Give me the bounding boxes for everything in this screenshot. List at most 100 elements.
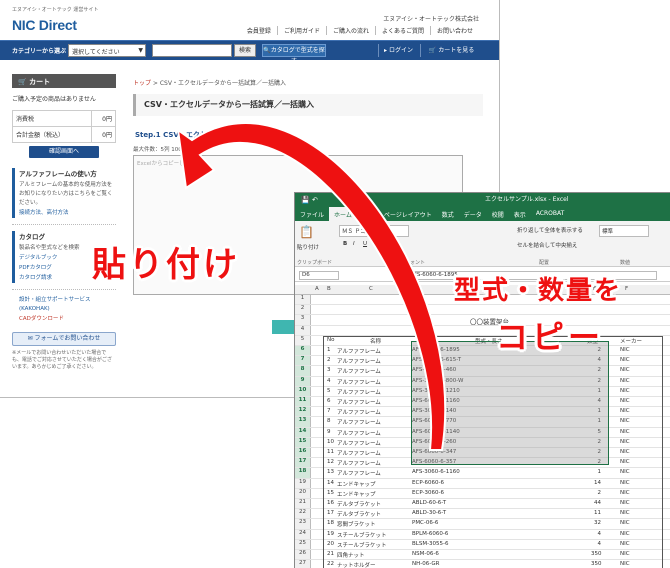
- tab-page-layout[interactable]: ページレイアウト: [379, 207, 437, 221]
- row-number[interactable]: 19: [295, 478, 311, 488]
- search-icon: 🔍: [263, 47, 271, 54]
- row-number[interactable]: 27: [295, 560, 311, 568]
- clipboard-group-label: クリップボード: [297, 260, 333, 266]
- search-button[interactable]: 検索: [234, 44, 256, 57]
- row-number[interactable]: 3: [295, 315, 311, 325]
- top-link-guide[interactable]: ご利用ガイド: [276, 26, 326, 35]
- row-number[interactable]: 23: [295, 519, 311, 529]
- row-number[interactable]: 14: [295, 427, 311, 437]
- number-format-select[interactable]: 標準: [599, 225, 649, 237]
- view-cart-label: カートを見る: [438, 47, 475, 54]
- inquiry-form-button[interactable]: ✉ フォームでお問い合わせ: [12, 332, 116, 346]
- table-row: 4: [295, 325, 670, 336]
- catalog-search-label: カタログで型式を探す: [270, 47, 325, 65]
- row-number[interactable]: 16: [295, 448, 311, 458]
- cart-title: カート: [29, 78, 51, 86]
- row-number[interactable]: 18: [295, 468, 311, 478]
- excel-window: 💾 ↶ エクセルサンプル.xlsx - Excel ファイル ホーム 挿入 ペー…: [294, 192, 670, 568]
- tab-file[interactable]: ファイル: [295, 207, 329, 221]
- top-link-register[interactable]: 会員登録: [241, 26, 277, 35]
- row-number[interactable]: 8: [295, 366, 311, 376]
- row-number[interactable]: 4: [295, 325, 311, 335]
- row-number[interactable]: 26: [295, 550, 311, 560]
- link-design-support[interactable]: 設計・組立サポートサービス(KAKOHAK): [19, 296, 116, 314]
- top-link-faq[interactable]: よくあるご質問: [374, 26, 430, 35]
- view-cart-button[interactable]: 🛒 カートを見る: [420, 44, 482, 57]
- row-number[interactable]: 9: [295, 376, 311, 386]
- row-number[interactable]: 6: [295, 346, 311, 356]
- row-number[interactable]: 10: [295, 386, 311, 396]
- tab-data[interactable]: データ: [459, 207, 487, 221]
- howto-title: アルファフレームの使い方: [19, 170, 97, 178]
- merge-center-button[interactable]: セルを結合して中央揃え: [517, 241, 577, 249]
- confirm-button[interactable]: 確認画面へ: [29, 146, 99, 158]
- undo-icon[interactable]: ↶: [312, 196, 318, 204]
- wrap-text-button[interactable]: 折り返して全体を表示する: [517, 226, 583, 234]
- save-icon[interactable]: 💾: [301, 196, 310, 204]
- tab-review[interactable]: 校閲: [487, 207, 509, 221]
- cart-header: 🛒 カート: [12, 74, 116, 88]
- col-header-f[interactable]: F: [625, 286, 628, 292]
- row-number[interactable]: 21: [295, 499, 311, 509]
- design-section: 設計・組立サポートサービス(KAKOHAK) CADダウンロード: [12, 296, 116, 324]
- number-group-label: 数値: [620, 260, 631, 266]
- excel-quick-access: 💾 ↶: [301, 193, 318, 207]
- row-number[interactable]: 2: [295, 305, 311, 315]
- top-link-flow[interactable]: ご購入の流れ: [325, 26, 375, 35]
- catalog-search-button[interactable]: 🔍カタログで型式を探す: [262, 44, 326, 65]
- col-header-b[interactable]: B: [327, 286, 331, 292]
- link-cad-download[interactable]: CADダウンロード: [19, 314, 116, 324]
- tab-view[interactable]: 表示: [509, 207, 531, 221]
- copy-annotation-line1: 型式・数量を: [454, 276, 623, 306]
- site-tagline: エヌアイシ・オートテック 運営サイト: [12, 7, 99, 13]
- col-header-a[interactable]: A: [315, 286, 319, 292]
- row-number[interactable]: 17: [295, 458, 311, 468]
- row-number[interactable]: 5: [295, 335, 311, 345]
- table-row: 消費税 0円: [12, 110, 117, 127]
- name-box[interactable]: D6: [299, 271, 339, 280]
- row-number[interactable]: 24: [295, 529, 311, 539]
- font-name-select[interactable]: ＭＳ Ｐゴシック: [339, 225, 409, 237]
- underline-button[interactable]: U: [363, 241, 367, 247]
- mail-icon: ✉: [27, 335, 35, 342]
- font-group-label: フォント: [405, 260, 426, 266]
- row-number[interactable]: 13: [295, 417, 311, 427]
- top-link-contact[interactable]: お問い合わせ: [429, 26, 479, 35]
- bold-button[interactable]: B: [343, 241, 347, 247]
- howto-link[interactable]: 接続方法、高付方法: [19, 208, 116, 218]
- tab-insert[interactable]: 挿入: [357, 207, 379, 221]
- search-input[interactable]: [152, 44, 232, 57]
- row-number[interactable]: 15: [295, 437, 311, 447]
- italic-button[interactable]: I: [353, 241, 355, 247]
- breadcrumb: トップ > CSV・エクセルデータから一括試算／一括購入: [133, 80, 286, 87]
- tax-label: 消費税: [12, 110, 92, 127]
- cart-icon: 🛒: [18, 78, 27, 86]
- tab-acrobat[interactable]: ACROBAT: [531, 207, 570, 221]
- category-select-value: 選択してください: [72, 49, 120, 56]
- row-number[interactable]: 22: [295, 509, 311, 519]
- breadcrumb-home[interactable]: トップ: [133, 80, 151, 87]
- row-number[interactable]: 12: [295, 407, 311, 417]
- paste-ribbon-button[interactable]: 貼り付け: [297, 243, 319, 251]
- row-number[interactable]: 20: [295, 488, 311, 498]
- col-header-c[interactable]: C: [369, 286, 373, 292]
- tab-home[interactable]: ホーム: [329, 207, 357, 221]
- copy-annotation-line2: コピー: [496, 318, 605, 356]
- login-button[interactable]: ▸ ログイン: [378, 44, 418, 57]
- paste-annotation: 貼り付け: [92, 245, 240, 285]
- chevron-down-icon: ▼: [138, 47, 143, 54]
- row-number[interactable]: 11: [295, 397, 311, 407]
- total-label: 合計金額（税込）: [12, 126, 92, 143]
- site-logo[interactable]: NIC Direct: [12, 17, 77, 33]
- company-name: エヌアイシ・オートテック株式会社: [383, 16, 479, 23]
- row-number[interactable]: 25: [295, 539, 311, 549]
- cart-summary-table: 消費税 0円 合計金額（税込） 0円: [12, 110, 117, 143]
- category-select[interactable]: 選択してください ▼: [68, 44, 146, 57]
- login-label: ログイン: [388, 47, 413, 54]
- row-number[interactable]: 1: [295, 295, 311, 305]
- search-bar: カテゴリーから選ぶ 選択してください ▼ 検索 🔍カタログで型式を探す ▸ ログイ…: [0, 40, 499, 65]
- tab-formulas[interactable]: 数式: [437, 207, 459, 221]
- top-links: 会員登録 ご利用ガイド ご購入の流れ よくあるご質問 お問い合わせ: [241, 26, 479, 35]
- inquiry-form-label: フォームでお問い合わせ: [34, 335, 101, 342]
- row-number[interactable]: 7: [295, 356, 311, 366]
